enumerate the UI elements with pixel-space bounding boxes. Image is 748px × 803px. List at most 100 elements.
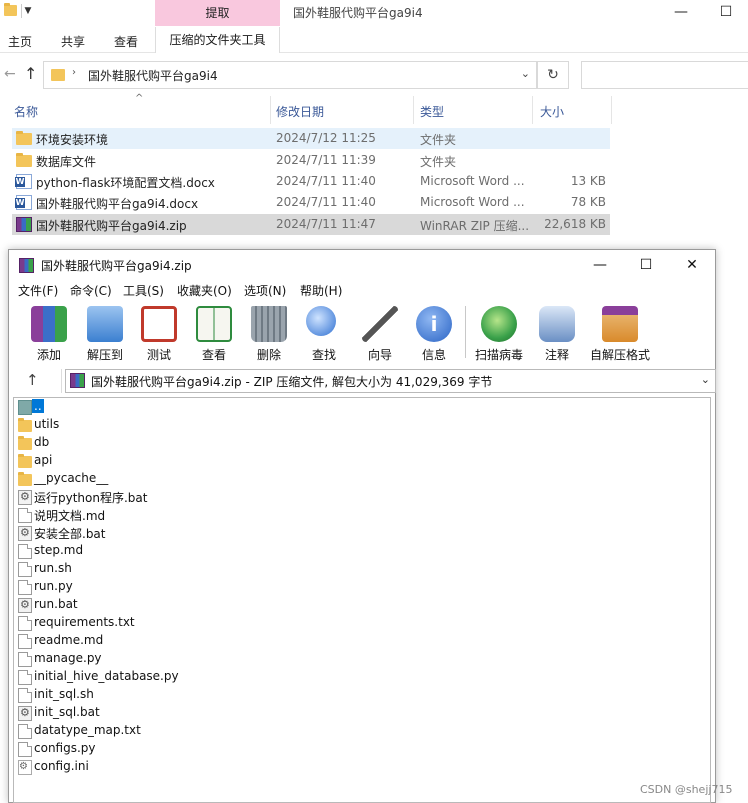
scan-virus-button[interactable]: 扫描病毒 xyxy=(472,304,526,362)
address-input[interactable]: › 国外鞋服代购平台ga9i4 ⌄ xyxy=(43,61,537,89)
list-item[interactable]: 数据库文件 2024/7/11 11:39 文件夹 xyxy=(12,150,610,171)
menu-commands[interactable]: 命令(C) xyxy=(70,282,112,299)
list-item[interactable]: api xyxy=(16,452,316,470)
chevron-down-icon[interactable]: ⌄ xyxy=(701,373,710,386)
file-date: 2024/7/11 11:40 xyxy=(276,195,376,209)
list-item[interactable]: 说明文档.md xyxy=(16,506,316,524)
list-item[interactable]: run.py xyxy=(16,578,316,596)
up-arrow-icon[interactable]: ↑ xyxy=(26,371,39,389)
up-arrow-icon[interactable]: ↑ xyxy=(24,64,37,83)
test-button[interactable]: 测试 xyxy=(132,304,186,362)
back-arrow-icon[interactable]: ← xyxy=(4,66,16,82)
menu-tools[interactable]: 工具(S) xyxy=(123,282,164,299)
extract-to-button[interactable]: 解压到 xyxy=(78,304,132,362)
list-item[interactable]: 国外鞋服代购平台ga9i4.zip 2024/7/11 11:47 WinRAR… xyxy=(12,214,610,235)
list-item[interactable]: __pycache__ xyxy=(16,470,316,488)
file-icon xyxy=(18,742,32,757)
entry-name: readme.md xyxy=(34,633,104,647)
tab-share[interactable]: 共享 xyxy=(61,33,85,50)
file-type: Microsoft Word ... xyxy=(420,174,525,188)
menu-file[interactable]: 文件(F) xyxy=(18,282,58,299)
tab-home[interactable]: 主页 xyxy=(8,33,32,50)
minimize-button[interactable]: — xyxy=(577,252,623,278)
list-item[interactable]: requirements.txt xyxy=(16,614,316,632)
list-item[interactable]: datatype_map.txt xyxy=(16,722,316,740)
chevron-down-icon[interactable]: ⌄ xyxy=(521,67,530,80)
find-button[interactable]: 查找 xyxy=(297,304,351,362)
view-book-icon xyxy=(196,306,232,342)
column-divider[interactable] xyxy=(270,96,271,124)
winrar-window: 国外鞋服代购平台ga9i4.zip — ☐ ✕ 文件(F) 命令(C) 工具(S… xyxy=(8,249,716,803)
entry-name: configs.py xyxy=(34,741,96,755)
file-date: 2024/7/12 11:25 xyxy=(276,131,376,145)
file-icon xyxy=(18,580,32,595)
list-item[interactable]: run.bat xyxy=(16,596,316,614)
column-type[interactable]: 类型 xyxy=(420,103,444,120)
list-item[interactable]: step.md xyxy=(16,542,316,560)
minimize-button[interactable]: — xyxy=(658,0,704,26)
view-button[interactable]: 查看 xyxy=(187,304,241,362)
column-divider[interactable] xyxy=(611,96,612,124)
tool-label: 自解压格式 xyxy=(589,348,650,362)
column-name[interactable]: 名称 xyxy=(14,103,38,120)
maximize-button[interactable]: ☐ xyxy=(623,252,669,278)
tab-compressed-folder-tools[interactable]: 压缩的文件夹工具 xyxy=(155,27,280,53)
column-size[interactable]: 大小 xyxy=(540,103,564,120)
path-dropdown[interactable]: 国外鞋服代购平台ga9i4.zip - ZIP 压缩文件, 解包大小为 41,0… xyxy=(65,369,716,393)
column-divider[interactable] xyxy=(532,96,533,124)
winrar-zip-icon xyxy=(16,217,32,232)
config-settings-icon xyxy=(18,760,32,775)
entry-name: api xyxy=(34,453,53,467)
batch-file-icon xyxy=(18,598,32,613)
delete-button[interactable]: 删除 xyxy=(242,304,296,362)
list-item[interactable]: 国外鞋服代购平台ga9i4.docx 2024/7/11 11:40 Micro… xyxy=(12,192,610,213)
folder-icon xyxy=(16,153,32,167)
list-item[interactable]: configs.py xyxy=(16,740,316,758)
chevron-right-icon: › xyxy=(72,67,76,78)
entry-name: init_sql.sh xyxy=(34,687,94,701)
column-divider[interactable] xyxy=(413,96,414,124)
list-item[interactable]: config.ini xyxy=(16,758,316,776)
entry-name: init_sql.bat xyxy=(34,705,100,719)
maximize-button[interactable]: ☐ xyxy=(703,0,748,26)
file-size: 78 KB xyxy=(570,195,606,209)
list-item[interactable]: .. xyxy=(16,398,316,416)
sfx-button[interactable]: 自解压格式 xyxy=(590,304,650,362)
list-item[interactable]: db xyxy=(16,434,316,452)
list-item[interactable]: initial_hive_database.py xyxy=(16,668,316,686)
column-modified[interactable]: 修改日期 xyxy=(276,103,324,120)
tab-view[interactable]: 查看 xyxy=(114,33,138,50)
search-input[interactable] xyxy=(581,61,748,89)
list-item[interactable]: init_sql.sh xyxy=(16,686,316,704)
tool-label: 扫描病毒 xyxy=(474,348,523,362)
tab-extract[interactable]: 提取 xyxy=(155,0,280,26)
wizard-button[interactable]: 向导 xyxy=(353,304,407,362)
comment-button[interactable]: 注释 xyxy=(530,304,584,362)
list-item[interactable]: utils xyxy=(16,416,316,434)
winrar-logo-icon xyxy=(19,258,34,273)
list-item[interactable]: 运行python程序.bat xyxy=(16,488,316,506)
list-item[interactable]: 安装全部.bat xyxy=(16,524,316,542)
close-button[interactable]: ✕ xyxy=(669,252,715,278)
entry-name: .. xyxy=(32,399,44,413)
refresh-button[interactable]: ↻ xyxy=(537,61,569,89)
tool-label: 信息 xyxy=(421,348,446,362)
list-item[interactable]: python-flask环境配置文档.docx 2024/7/11 11:40 … xyxy=(12,171,610,192)
add-button[interactable]: 添加 xyxy=(22,304,76,362)
entry-name: datatype_map.txt xyxy=(34,723,141,737)
file-type: 文件夹 xyxy=(420,133,457,147)
list-item[interactable]: init_sql.bat xyxy=(16,704,316,722)
list-item[interactable]: manage.py xyxy=(16,650,316,668)
file-type: WinRAR ZIP 压缩... xyxy=(420,219,530,233)
list-item[interactable]: readme.md xyxy=(16,632,316,650)
menu-help[interactable]: 帮助(H) xyxy=(300,282,342,299)
menu-favorites[interactable]: 收藏夹(O) xyxy=(177,282,232,299)
menu-options[interactable]: 选项(N) xyxy=(244,282,286,299)
list-item[interactable]: 环境安装环境 2024/7/12 11:25 文件夹 xyxy=(12,128,610,149)
info-button[interactable]: i 信息 xyxy=(407,304,461,362)
archive-file-list: .. utils db api __pycache__ 运行python程序.b… xyxy=(13,397,711,803)
quick-access-dropdown-icon[interactable]: ▼ xyxy=(22,4,34,18)
file-size: 22,618 KB xyxy=(544,217,606,231)
list-item[interactable]: run.sh xyxy=(16,560,316,578)
toolbar: 添加 解压到 测试 查看 删除 查找 向导 i 信息 扫描病毒 注释 自解压格式 xyxy=(9,301,715,363)
